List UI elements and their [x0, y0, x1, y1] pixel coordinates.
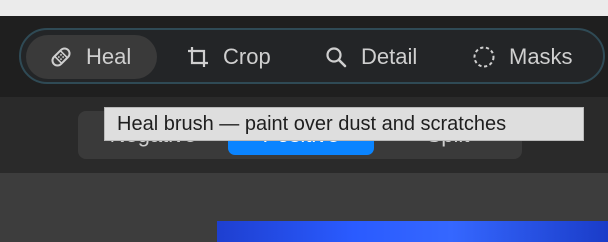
heal-tooltip: Heal brush — paint over dust and scratch…: [104, 107, 584, 141]
detail-tool-button[interactable]: Detail: [321, 35, 417, 79]
tool-group: Heal Crop Detail Masks: [19, 28, 605, 84]
tool-toolbar: Heal Crop Detail Masks: [0, 16, 608, 97]
crop-icon: [185, 44, 211, 70]
heal-tool-button[interactable]: Heal: [26, 35, 157, 79]
detail-tool-label: Detail: [361, 44, 418, 69]
magnifier-icon: [323, 44, 349, 70]
crop-tool-button[interactable]: Crop: [183, 35, 271, 79]
masks-tool-label: Masks: [509, 44, 573, 69]
crop-tool-label: Crop: [223, 44, 271, 69]
dashed-circle-icon: [471, 44, 497, 70]
masks-tool-button[interactable]: Masks: [469, 35, 573, 79]
tooltip-text: Heal brush — paint over dust and scratch…: [117, 112, 507, 135]
image-canvas: [0, 173, 608, 242]
heal-tool-label: Heal: [86, 44, 132, 69]
image-preview[interactable]: [217, 221, 608, 242]
bandage-icon: [48, 44, 74, 70]
window-top-strip: [0, 0, 608, 16]
